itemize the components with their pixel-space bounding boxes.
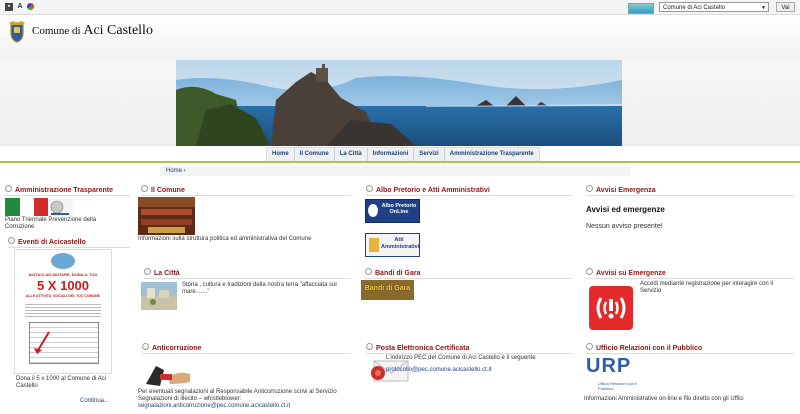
section-title-amministrazione[interactable]: Amministrazione Trasparente <box>5 185 113 194</box>
bandi-di-gara-image[interactable]: Bandi di Gara <box>361 280 414 300</box>
site-select-value: Comune di Aci Castello <box>663 5 726 11</box>
bullet-icon <box>8 237 15 244</box>
section-rule <box>5 195 130 196</box>
section-title-bandi-di-gara[interactable]: Bandi di Gara <box>365 268 421 277</box>
section-rule <box>586 353 794 354</box>
poster-big-text: 5 X 1000 <box>36 278 90 293</box>
site-title-name: Aci Castello <box>83 23 153 38</box>
section-title-il-comune[interactable]: Il Comune <box>141 185 185 194</box>
bullet-icon <box>586 185 593 192</box>
accessibility-toolbar: ▪ A Comune di Aci Castello ▼ Vai <box>0 0 800 15</box>
section-title-anticorruzione[interactable]: Anticorruzione <box>142 343 201 352</box>
poster-logo <box>51 253 75 269</box>
urp-logo[interactable]: URP Ufficio Relazioni con il Pubblico <box>586 355 640 395</box>
il-comune-text: Informazioni sulla struttura politica ed… <box>138 236 312 242</box>
section-title-urp[interactable]: Ufficio Relazioni con il Pubblico <box>586 343 702 352</box>
anticorruzione-email[interactable]: segnalazioni.anticorruzione@pec.comune.a… <box>138 403 290 410</box>
anticorruption-image[interactable] <box>142 356 194 388</box>
bullet-icon <box>365 268 372 275</box>
urp-logo-subtitle: Ufficio Relazioni con il Pubblico <box>598 381 638 391</box>
nav-la-citta[interactable]: La Città <box>335 148 368 161</box>
poster-body-text <box>25 302 101 318</box>
nav-il-comune[interactable]: Il Comune <box>295 148 335 161</box>
pec-email[interactable]: protocollo@pec.comune.acicastello.ct.it <box>386 367 491 374</box>
section-rule <box>144 278 351 279</box>
accent-divider <box>0 161 800 163</box>
bullet-icon <box>366 185 373 192</box>
avvisi-su-emergenze-text: Accedi mediante registrazione per intera… <box>640 281 774 294</box>
go-button[interactable]: Vai <box>776 2 795 12</box>
city-image[interactable] <box>141 282 177 310</box>
breadcrumb: Home › <box>160 166 630 176</box>
print-icon[interactable]: ▪ <box>5 3 13 11</box>
arrow-icon <box>34 331 50 354</box>
coat-of-arms-icon <box>9 21 25 43</box>
font-size-icon[interactable]: A <box>16 3 24 11</box>
banner-image <box>176 60 622 146</box>
bullet-icon <box>586 343 593 350</box>
chevron-down-icon: ▼ <box>761 5 766 11</box>
section-title-eventi[interactable]: Eventi di Acicastello <box>8 237 86 246</box>
eventi-text: Dona il 5 x 1000 al Comune di Aci Castel… <box>16 376 107 389</box>
alert-broadcast-icon[interactable] <box>589 286 633 330</box>
contrast-icon[interactable] <box>27 3 34 10</box>
section-rule <box>366 195 572 196</box>
nav-servizi[interactable]: Servizi <box>414 148 445 161</box>
crest-icon <box>368 204 378 217</box>
folder-icon <box>369 238 379 252</box>
section-title-avvisi-emergenza[interactable]: Avvisi Emergenza <box>586 185 656 194</box>
bullet-icon <box>586 268 593 275</box>
albo-pretorio-button[interactable]: Albo Pretorio OnLine <box>365 199 420 223</box>
avvisi-emergenza-heading: Avvisi ed emergenze <box>586 205 665 214</box>
section-rule <box>366 353 572 354</box>
site-title-prefix: Comune di <box>32 25 81 37</box>
avvisi-emergenza-text: Nessun avviso presente! <box>586 223 663 230</box>
sicilia-logo <box>628 3 654 14</box>
section-rule <box>141 195 351 196</box>
pec-text: L'indirizzo PEC del Comune di Aci Castel… <box>386 355 536 361</box>
five-per-thousand-poster[interactable]: AIUTACI AD AIUTARE, DONA IL TUO 5 X 1000… <box>14 249 112 374</box>
amministrazione-text: Piano Triennale Prevenzione della Corruz… <box>5 217 97 230</box>
bullet-icon <box>366 343 373 350</box>
section-title-albo-pretorio[interactable]: Albo Pretorio e Atti Amministrativi <box>366 185 490 194</box>
urp-logo-text: URP <box>586 355 632 377</box>
bullet-icon <box>5 185 12 192</box>
bandi-di-gara-label: Bandi di Gara <box>364 285 411 292</box>
main-nav: Home Il Comune La Città Informazioni Ser… <box>266 147 540 162</box>
nav-informazioni[interactable]: Informazioni <box>368 148 415 161</box>
section-rule <box>586 278 794 279</box>
site-title[interactable]: Comune di Aci Castello <box>32 23 153 39</box>
urp-text: Informazioni Amministrative on-line e fi… <box>584 396 744 402</box>
poster-heading: AIUTACI AD AIUTARE, DONA IL TUO <box>28 272 98 277</box>
atti-amministrativi-label: Atti Amministrativi <box>381 237 420 250</box>
bullet-icon <box>144 268 151 275</box>
la-citta-text: Storia , cultura e tradizioni della nost… <box>182 282 337 295</box>
council-chamber-image[interactable] <box>138 197 195 235</box>
nav-amministrazione-trasparente[interactable]: Amministrazione Trasparente <box>445 148 539 161</box>
site-select[interactable]: Comune di Aci Castello ▼ <box>659 2 769 12</box>
section-rule <box>142 353 351 354</box>
section-rule <box>8 247 130 248</box>
section-title-avvisi-su-emergenze[interactable]: Avvisi su Emergenze <box>586 268 666 277</box>
atti-amministrativi-button[interactable]: Atti Amministrativi <box>365 233 420 257</box>
section-title-la-citta[interactable]: La Città <box>144 268 180 277</box>
bullet-icon <box>142 343 149 350</box>
breadcrumb-home[interactable]: Home <box>166 168 182 174</box>
anticorruzione-text: Per eventuali segnalazioni al Responsabi… <box>138 389 337 402</box>
section-rule <box>365 278 572 279</box>
poster-subheading: ALLE ATTIVITA' SOCIALI DEL TUO COMUNE <box>25 294 100 298</box>
bullet-icon <box>141 185 148 192</box>
nav-home[interactable]: Home <box>267 148 295 161</box>
albo-pretorio-label: Albo Pretorio OnLine <box>381 203 417 215</box>
eventi-more-link[interactable]: Continua... <box>80 398 109 405</box>
section-title-pec[interactable]: Posta Elettronica Certificata <box>366 343 469 352</box>
section-rule <box>586 195 794 196</box>
italian-republic-image[interactable] <box>5 198 73 216</box>
